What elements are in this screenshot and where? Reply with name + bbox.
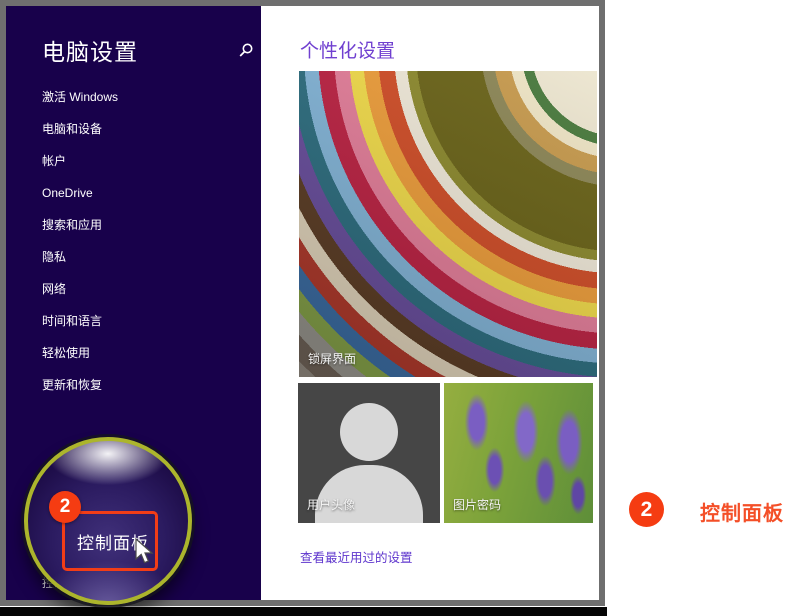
sidebar-item-time-and-language[interactable]: 时间和语言	[42, 315, 118, 327]
side-step-number: 2	[641, 498, 653, 522]
step-badge: 2	[49, 491, 81, 523]
account-picture-tile[interactable]: 用户头像	[298, 383, 440, 523]
screenshot: 电脑设置 激活 Windows 电脑和设备 帐户 OneDrive 搜索和应用 …	[0, 0, 800, 616]
side-step-badge: 2	[629, 492, 664, 527]
step-number: 2	[60, 496, 71, 518]
sidebar-item-privacy[interactable]: 隐私	[42, 251, 118, 263]
taskbar-strip	[0, 607, 607, 616]
sidebar-item-activate-windows[interactable]: 激活 Windows	[42, 91, 118, 103]
sidebar-item-pc-and-devices[interactable]: 电脑和设备	[42, 123, 118, 135]
lock-screen-label: 锁屏界面	[308, 350, 356, 367]
search-icon[interactable]	[238, 42, 254, 58]
sidebar-item-network[interactable]: 网络	[42, 283, 118, 295]
avatar-body-shape	[315, 465, 423, 523]
sidebar-nav: 激活 Windows 电脑和设备 帐户 OneDrive 搜索和应用 隐私 网络…	[42, 91, 118, 391]
sidebar-item-accounts[interactable]: 帐户	[42, 155, 118, 167]
page-title: 电脑设置	[42, 33, 138, 67]
side-control-panel-label: 控制面板	[700, 497, 784, 526]
lock-screen-preview[interactable]: 锁屏界面	[299, 71, 597, 377]
picture-password-label: 图片密码	[453, 496, 501, 513]
section-heading: 个性化设置	[300, 36, 395, 63]
sidebar-item-onedrive[interactable]: OneDrive	[42, 187, 118, 199]
recent-settings-link[interactable]: 查看最近用过的设置	[300, 547, 413, 566]
sidebar-item-search-and-apps[interactable]: 搜索和应用	[42, 219, 118, 231]
account-picture-label: 用户头像	[307, 496, 355, 513]
picture-password-tile[interactable]: 图片密码	[444, 383, 593, 523]
magnifier-callout: 控制面板 2	[24, 437, 192, 605]
sidebar-item-update-and-recovery[interactable]: 更新和恢复	[42, 379, 118, 391]
sidebar-item-ease-of-access[interactable]: 轻松使用	[42, 347, 118, 359]
avatar-head-shape	[340, 403, 398, 461]
mouse-cursor-icon	[133, 538, 155, 568]
